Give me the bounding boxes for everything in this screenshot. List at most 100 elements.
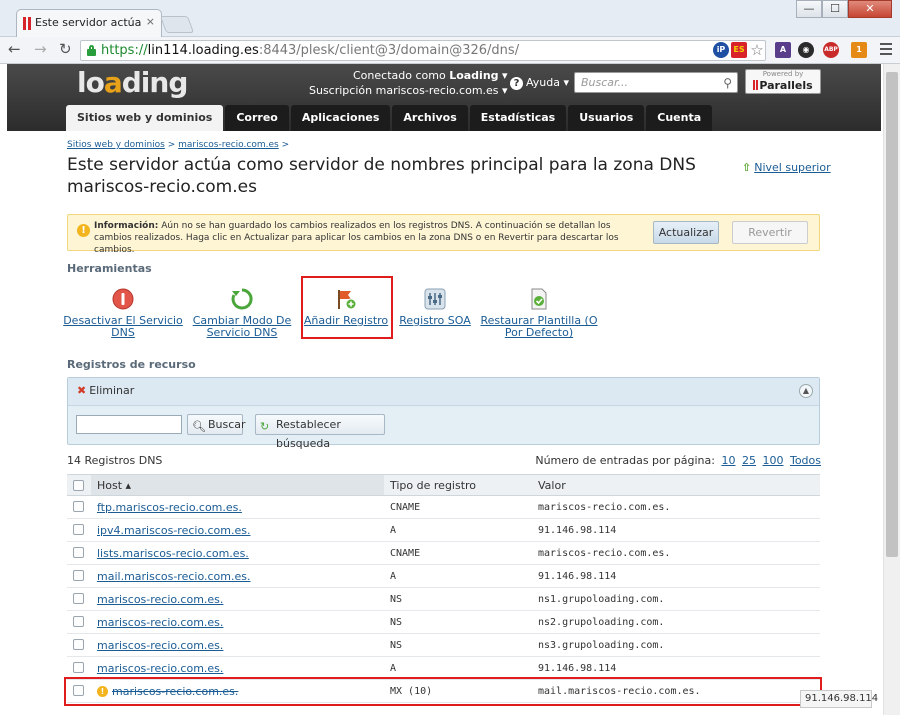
host-link[interactable]: mail.mariscos-recio.com.es. xyxy=(97,570,250,583)
records-toolbar: ✖ Eliminar ▲ 🔍︎ Buscar ↻ Restablecer búsque… xyxy=(67,377,820,450)
per-page-100[interactable]: 100 xyxy=(762,454,783,467)
browser-tab[interactable]: Este servidor actúa como servidor de nom… xyxy=(16,9,162,37)
records-search-input[interactable] xyxy=(76,415,182,434)
tool-restore-template[interactable]: Restaurar Plantilla (O Por Defecto) xyxy=(479,288,599,339)
row-checkbox[interactable] xyxy=(73,616,84,628)
main-content: Sitios web y dominios > mariscos-recio.c… xyxy=(7,131,881,715)
reset-search-button[interactable]: ↻ Restablecer búsqueda xyxy=(255,414,385,450)
maximize-button[interactable]: ☐ xyxy=(822,0,848,18)
per-page-selector: Número de entradas por página: 10 25 100… xyxy=(535,454,821,467)
tool-disable-dns[interactable]: Desactivar El Servicio DNS xyxy=(63,288,183,339)
host-link[interactable]: ftp.mariscos-recio.com.es. xyxy=(97,501,242,514)
select-all-checkbox[interactable] xyxy=(73,480,84,491)
host-link[interactable]: mariscos-recio.com.es. xyxy=(97,662,223,675)
record-value: ns2.grupoloading.com. xyxy=(532,610,820,634)
table-row: mariscos-recio.com.es. NS ns2.grupoloadi… xyxy=(67,610,820,634)
tab-files[interactable]: Archivos xyxy=(392,105,468,131)
revert-button[interactable]: Revertir xyxy=(732,221,808,244)
ip-extension-icon[interactable]: iP xyxy=(713,42,729,58)
tab-account[interactable]: Cuenta xyxy=(646,105,713,131)
records-section-title: Registros de recurso xyxy=(67,358,196,371)
record-value: 91.146.98.114 xyxy=(532,518,820,542)
new-tab-button[interactable] xyxy=(159,16,195,33)
parallels-logo: Powered by Parallels xyxy=(745,69,821,94)
warning-icon: ! xyxy=(77,224,90,237)
account-info: Conectado como Loading ▾ Suscripción mar… xyxy=(309,69,508,97)
url-text: https://lin114.loading.es:8443/plesk/cli… xyxy=(101,43,520,58)
collapse-toolbar-icon[interactable]: ▲ xyxy=(799,384,813,398)
adblock-plus-icon[interactable]: ABP xyxy=(823,42,839,58)
browser-titlebar: Este servidor actúa como servidor de nom… xyxy=(0,0,900,37)
help-menu[interactable]: ? Ayuda ▾ xyxy=(510,76,569,90)
table-row: mariscos-recio.com.es. NS ns3.grupoloadi… xyxy=(67,633,820,657)
row-checkbox[interactable] xyxy=(73,570,84,582)
tab-websites-domains[interactable]: Sitios web y dominios xyxy=(66,105,224,131)
update-button[interactable]: Actualizar xyxy=(653,221,719,244)
host-link[interactable]: mariscos-recio.com.es. xyxy=(97,593,223,606)
delete-button[interactable]: ✖ Eliminar xyxy=(77,384,134,397)
record-type: NS xyxy=(384,587,532,611)
record-value: mariscos-recio.com.es. xyxy=(532,541,820,565)
search-icon[interactable]: ⚲ xyxy=(723,76,732,90)
tab-statistics[interactable]: Estadísticas xyxy=(469,105,567,131)
notification-extension-icon[interactable]: 1 xyxy=(851,42,867,58)
translate-extension-icon[interactable]: A xyxy=(775,42,791,58)
per-page-10[interactable]: 10 xyxy=(721,454,735,467)
record-type: CNAME xyxy=(384,495,532,519)
minimize-button[interactable]: — xyxy=(796,0,822,18)
loading-logo[interactable]: loading xyxy=(77,66,188,99)
column-value[interactable]: Valor xyxy=(532,474,820,496)
record-value: 91.146.98.114 xyxy=(532,564,820,588)
search-button[interactable]: 🔍︎ Buscar xyxy=(187,414,246,435)
reload-icon[interactable]: ↻ xyxy=(59,40,72,58)
page-scrollbar[interactable] xyxy=(883,64,900,715)
help-icon: ? xyxy=(510,77,523,90)
row-checkbox[interactable] xyxy=(73,524,84,536)
tool-change-dns-mode[interactable]: Cambiar Modo De Servicio DNS xyxy=(182,288,302,339)
row-checkbox[interactable] xyxy=(73,547,84,559)
back-icon[interactable]: ← xyxy=(8,40,21,58)
per-page-all[interactable]: Todos xyxy=(790,454,821,467)
tab-mail[interactable]: Correo xyxy=(225,105,289,131)
tab-close-icon[interactable]: × xyxy=(146,15,155,28)
address-bar[interactable]: https://lin114.loading.es:8443/plesk/cli… xyxy=(80,40,766,61)
row-checkbox[interactable] xyxy=(73,593,84,605)
host-link[interactable]: lists.mariscos-recio.com.es. xyxy=(97,547,249,560)
scrollbar-thumb[interactable] xyxy=(886,72,898,557)
table-row: ipv4.mariscos-recio.com.es. A 91.146.98.… xyxy=(67,518,820,542)
stop-icon xyxy=(112,288,134,310)
browser-menu-icon[interactable] xyxy=(880,43,892,58)
color-extension-icon[interactable]: ◉ xyxy=(798,42,814,58)
tab-title: Este servidor actúa como servidor de nom… xyxy=(35,16,141,29)
refresh-icon xyxy=(231,288,253,310)
breadcrumb-websites[interactable]: Sitios web y dominios xyxy=(67,140,165,150)
tab-users[interactable]: Usuarios xyxy=(568,105,645,131)
main-nav-tabs: Sitios web y dominios Correo Aplicacione… xyxy=(66,105,714,131)
host-link[interactable]: mariscos-recio.com.es. xyxy=(97,639,223,652)
breadcrumb: Sitios web y dominios > mariscos-recio.c… xyxy=(67,140,290,150)
browser-toolbar: ← → ↻ https://lin114.loading.es:8443/ple… xyxy=(0,37,900,64)
tab-applications[interactable]: Aplicaciones xyxy=(290,105,391,131)
forward-icon[interactable]: → xyxy=(34,40,47,58)
host-link[interactable]: ipv4.mariscos-recio.com.es. xyxy=(97,524,250,537)
host-link[interactable]: mariscos-recio.com.es. xyxy=(97,616,223,629)
header-search-input[interactable]: Buscar... ⚲ xyxy=(574,72,738,93)
window-close-button[interactable]: ✕ xyxy=(848,0,892,18)
bookmark-star-icon[interactable]: ☆ xyxy=(749,42,765,58)
tool-soa-record[interactable]: Registro SOA xyxy=(375,288,495,327)
record-value: ns1.grupoloading.com. xyxy=(532,587,820,611)
column-host[interactable]: Host ▴ xyxy=(91,474,384,496)
up-level-link[interactable]: ⇧ Nivel superior xyxy=(742,161,831,174)
column-record-type[interactable]: Tipo de registro xyxy=(384,474,532,496)
row-checkbox[interactable] xyxy=(73,662,84,674)
window-controls: — ☐ ✕ xyxy=(796,0,892,18)
subscription-menu[interactable]: mariscos-recio.com.es xyxy=(376,84,499,97)
spain-flag-icon[interactable]: ES xyxy=(731,42,747,58)
connected-user-menu[interactable]: Loading xyxy=(449,69,498,82)
row-checkbox[interactable] xyxy=(73,639,84,651)
breadcrumb-domain[interactable]: mariscos-recio.com.es xyxy=(178,140,279,150)
pending-row-highlight xyxy=(64,677,822,706)
row-checkbox[interactable] xyxy=(73,501,84,513)
per-page-25[interactable]: 25 xyxy=(742,454,756,467)
table-row: lists.mariscos-recio.com.es. CNAME maris… xyxy=(67,541,820,565)
